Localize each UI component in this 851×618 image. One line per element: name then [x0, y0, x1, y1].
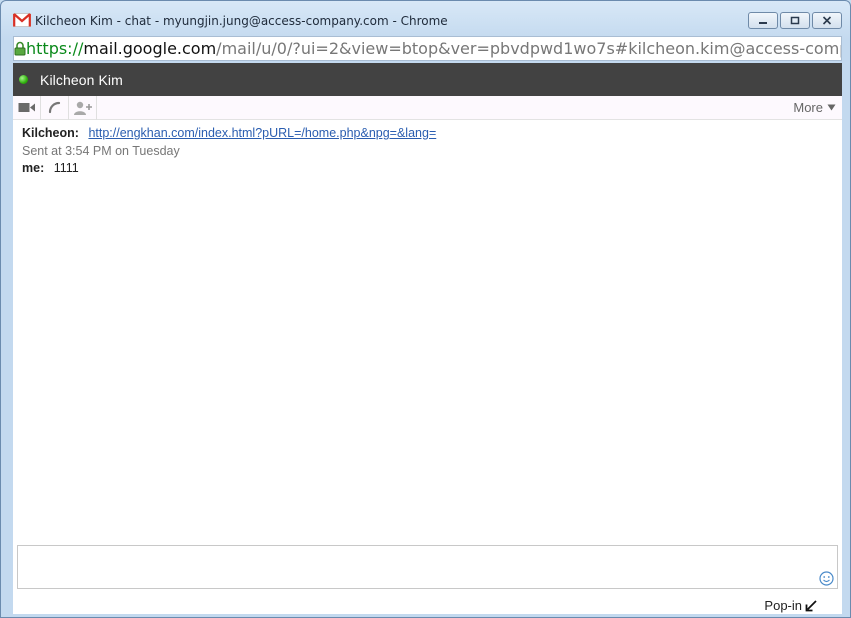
restore-icon[interactable] [780, 12, 810, 29]
add-person-icon [73, 101, 92, 115]
message-text: 1111 [53, 161, 79, 175]
close-icon[interactable] [812, 12, 842, 29]
chat-header: Kilcheon Kim [13, 63, 842, 96]
phone-call-button[interactable] [41, 95, 69, 120]
lock-icon[interactable] [14, 38, 26, 60]
online-status-icon [19, 75, 28, 84]
minimize-icon[interactable] [748, 12, 778, 29]
message-list: Kilcheon: http://engkhan.com/index.html?… [13, 120, 842, 538]
url-text[interactable]: https://mail.google.com/mail/u/0/?ui=2&v… [26, 39, 841, 58]
address-bar[interactable]: https://mail.google.com/mail/u/0/?ui=2&v… [13, 36, 842, 61]
window-title: Kilcheon Kim - chat - myungjin.jung@acce… [35, 14, 448, 28]
chat-toolbar: More [13, 95, 842, 120]
message-sender: Kilcheon: [22, 126, 79, 140]
video-call-button[interactable] [13, 95, 41, 120]
message-timestamp: Sent at 3:54 PM on Tuesday [22, 143, 180, 158]
add-person-button[interactable] [69, 95, 97, 120]
arrow-down-left-icon [805, 599, 817, 611]
message-link[interactable]: http://engkhan.com/index.html?pURL=/home… [88, 126, 436, 140]
gmail-icon [13, 13, 31, 27]
chat-input[interactable] [17, 545, 838, 589]
url-host: mail.google.com [83, 39, 217, 58]
url-path: /mail/u/0/?ui=2&view=btop&ver=pbvdpwd1wo… [216, 39, 841, 58]
pop-in-label: Pop-in [764, 598, 802, 613]
window-controls [748, 12, 842, 29]
composer-area: Pop-in [13, 538, 842, 614]
message-row: Kilcheon: http://engkhan.com/index.html?… [22, 125, 833, 143]
phone-call-icon [48, 101, 61, 114]
caret-down-icon [827, 104, 836, 111]
smiley-icon[interactable] [819, 571, 834, 586]
video-call-icon [18, 103, 35, 112]
contact-name: Kilcheon Kim [40, 71, 123, 88]
title-bar[interactable]: Kilcheon Kim - chat - myungjin.jung@acce… [1, 1, 850, 37]
message-sender: me: [22, 161, 45, 175]
more-label: More [793, 100, 823, 115]
message-row: me: 1111 [22, 160, 833, 178]
browser-window: Kilcheon Kim - chat - myungjin.jung@acce… [0, 0, 851, 618]
more-button[interactable]: More [793, 100, 836, 115]
pop-in-button[interactable]: Pop-in [764, 598, 818, 613]
url-scheme: https:// [26, 39, 84, 58]
